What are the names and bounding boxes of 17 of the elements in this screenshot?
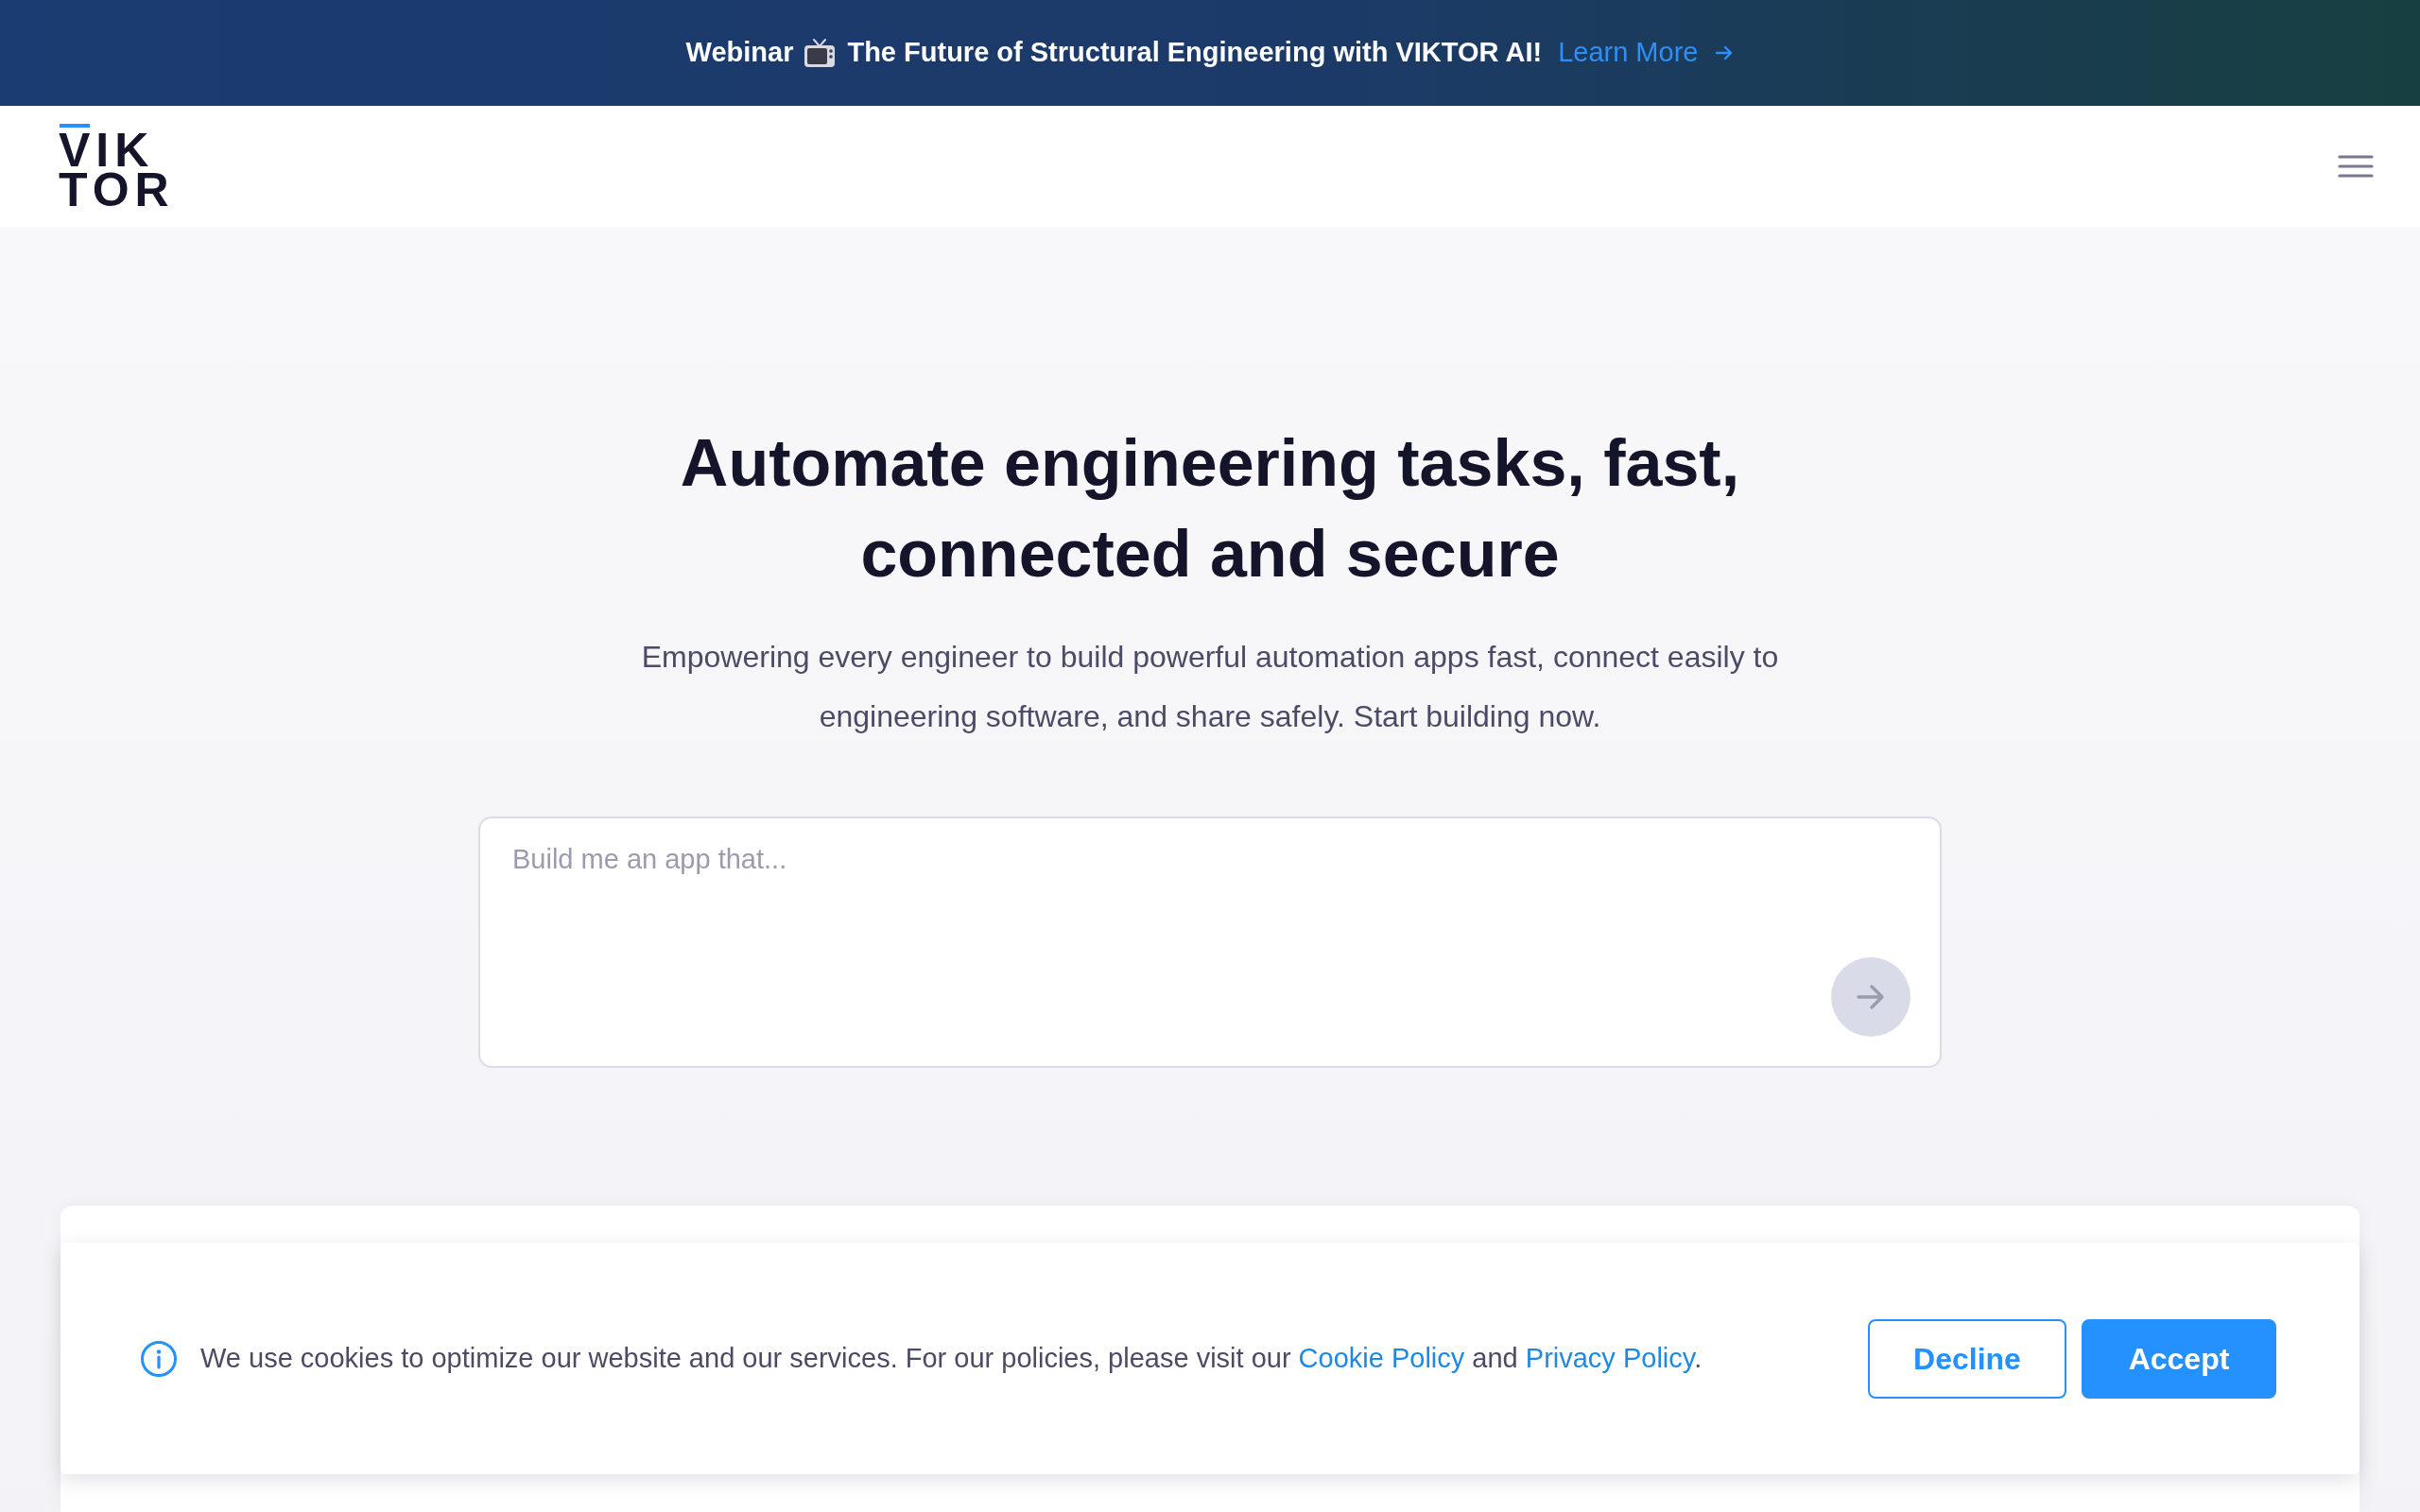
hero-heading: Automate engineering tasks, fast, connected and secure: [679, 425, 1741, 593]
info-icon: [140, 1339, 178, 1378]
policy-link[interactable]: Cookie Policy: [1298, 1342, 1465, 1373]
arrow-right-icon: [1857, 984, 1885, 1010]
prompt-field[interactable]: Build me an app that...: [478, 816, 1942, 1068]
television-icon: [804, 38, 837, 68]
policy-link[interactable]: Privacy Policy: [1525, 1342, 1695, 1373]
hero-subheading: Empowering every engineer to build powerful automation apps fast, connect easily to engineering software, and share safely. Start building now.: [640, 639, 1780, 735]
announcement-label: Webinar: [685, 36, 794, 70]
learn-more-link[interactable]: Learn More: [1558, 32, 1735, 74]
decline-button[interactable]: Decline: [1868, 1318, 2066, 1399]
logo[interactable]: VIK TOR: [59, 123, 175, 210]
accept-button[interactable]: Accept: [2082, 1318, 2276, 1399]
menu-icon: [2338, 155, 2374, 178]
announcement-title: The Future of Structural Engineering with VIKTOR AI!: [847, 36, 1543, 70]
cookie-notice-text: We use cookies to optimize our website and our services. For our policies, please visit our Cookie Policy and Privacy Policy.: [200, 1341, 1703, 1375]
arrow-right-icon: [1715, 43, 1735, 62]
